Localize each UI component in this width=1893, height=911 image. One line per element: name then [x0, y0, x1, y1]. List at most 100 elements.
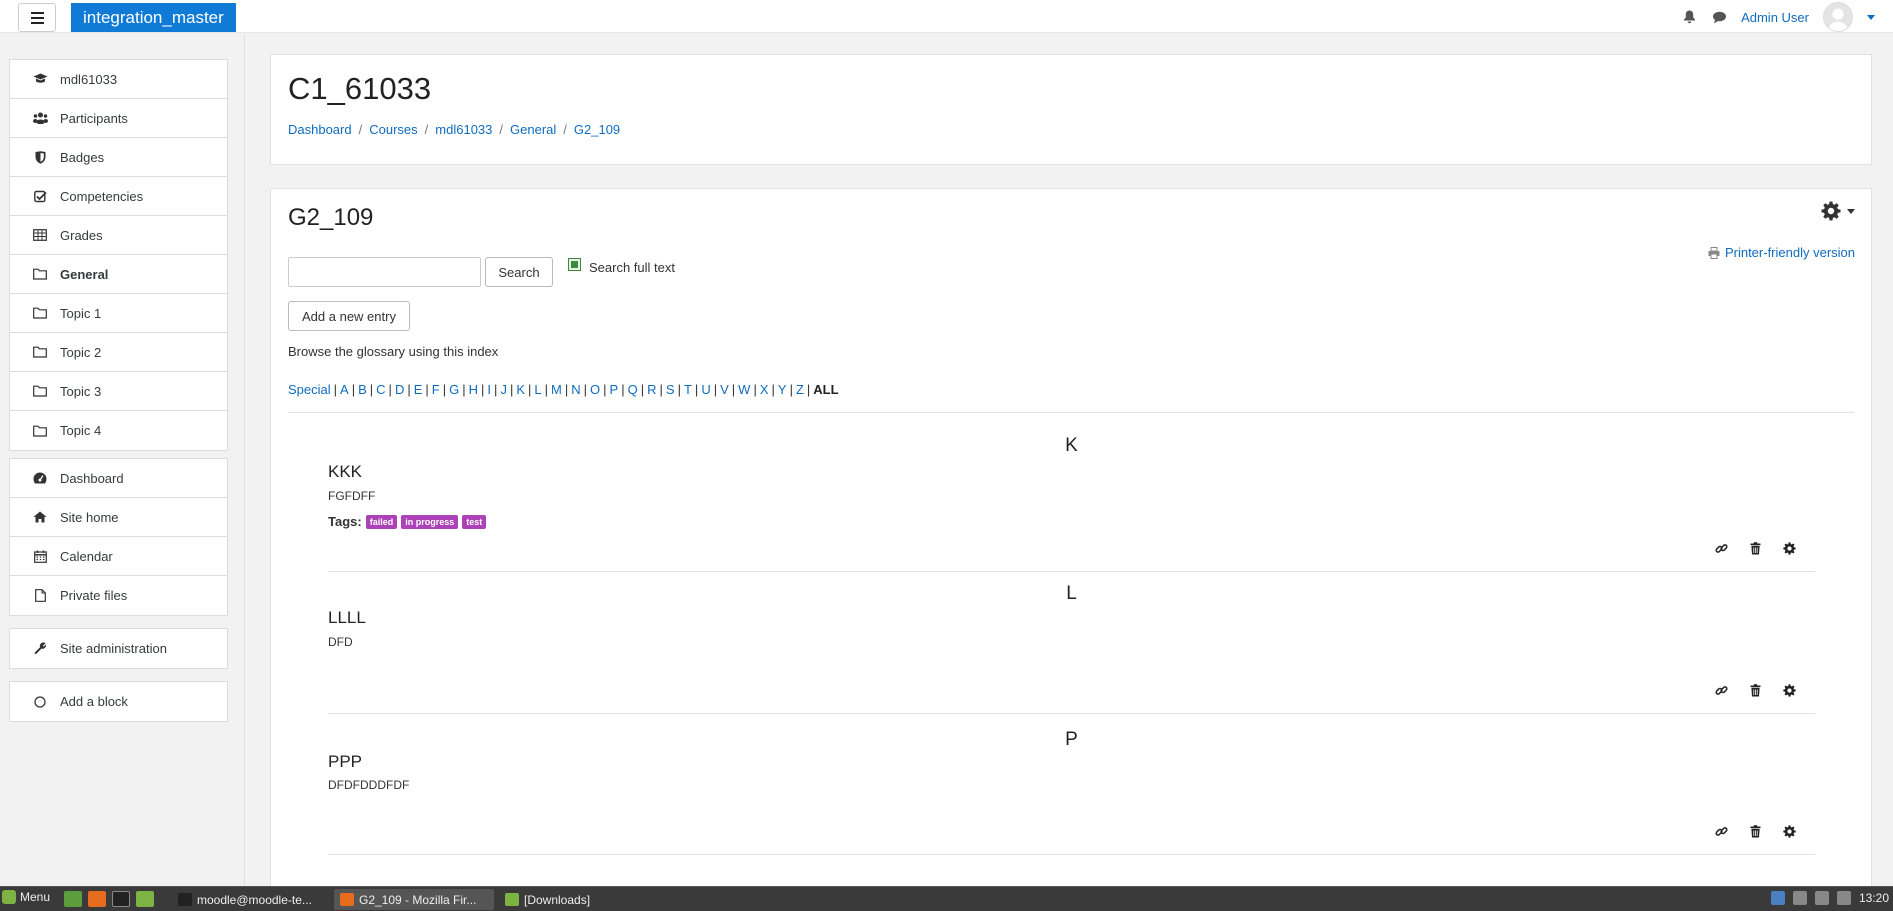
folder-icon[interactable] [136, 891, 154, 907]
tag-badge-failed[interactable]: failed [365, 514, 398, 529]
breadcrumb-separator: / [563, 122, 567, 137]
index-letter-k[interactable]: K [516, 382, 525, 397]
index-letter-e[interactable]: E [414, 382, 423, 397]
sidebar-item-competencies[interactable]: Competencies [10, 177, 227, 216]
glossary-entry: K KKK FGFDFF Tags: failed in progress test [328, 425, 1815, 572]
index-letter-b[interactable]: B [358, 382, 367, 397]
sidebar-item-topic-4[interactable]: Topic 4 [10, 411, 227, 450]
sidebar-item-site-home[interactable]: Site home [10, 498, 227, 537]
gear-icon [1782, 825, 1796, 841]
entry-edit-button[interactable] [1781, 542, 1797, 558]
tag-badge-test[interactable]: test [462, 514, 487, 529]
taskbar-window-button[interactable]: [Downloads] [499, 889, 609, 910]
index-letter-d[interactable]: D [395, 382, 404, 397]
entry-definition: DFD [328, 635, 353, 649]
breadcrumb-item-dashboard[interactable]: Dashboard [288, 122, 352, 137]
entry-link-button[interactable] [1713, 825, 1729, 841]
sidebar-item-dashboard[interactable]: Dashboard [10, 459, 227, 498]
clock[interactable]: 13:20 [1859, 891, 1889, 905]
hamburger-menu-button[interactable] [18, 3, 56, 32]
add-new-entry-button[interactable]: Add a new entry [288, 301, 410, 331]
wrench-icon [32, 641, 48, 657]
index-letter-c[interactable]: C [376, 382, 385, 397]
taskbar-window-button[interactable]: G2_109 - Mozilla Fir... [334, 889, 494, 910]
index-separator: | [333, 382, 338, 397]
chat-bubble-icon[interactable] [1711, 9, 1727, 25]
show-desktop-icon[interactable] [64, 891, 82, 907]
index-separator: | [583, 382, 588, 397]
index-letter-v[interactable]: V [720, 382, 729, 397]
search-button[interactable]: Search [485, 257, 553, 287]
entry-link-button[interactable] [1713, 542, 1729, 558]
battery-icon[interactable] [1836, 891, 1851, 905]
search-full-text-checkbox[interactable] [568, 258, 581, 271]
entry-link-button[interactable] [1713, 684, 1729, 700]
start-menu-button[interactable]: Menu [2, 890, 50, 904]
sidebar-item-topic-3[interactable]: Topic 3 [10, 372, 227, 411]
search-input[interactable] [288, 257, 481, 287]
folder-icon [32, 266, 48, 282]
add-a-block-button[interactable]: Add a block [10, 682, 227, 721]
sidebar-item-topic-1[interactable]: Topic 1 [10, 294, 227, 333]
entry-letter-heading: L [1066, 583, 1077, 604]
index-letter-a[interactable]: A [340, 382, 349, 397]
entry-delete-button[interactable] [1747, 542, 1763, 558]
sidebar-item-general[interactable]: General [10, 255, 227, 294]
bell-icon[interactable] [1681, 9, 1697, 25]
breadcrumb-item-courses[interactable]: Courses [369, 122, 417, 137]
index-letter-p[interactable]: P [610, 382, 619, 397]
index-letter-z[interactable]: Z [796, 382, 804, 397]
sidebar-item-badges[interactable]: Badges [10, 138, 227, 177]
breadcrumb-item-g2-109[interactable]: G2_109 [574, 122, 620, 137]
index-letter-x[interactable]: X [760, 382, 769, 397]
activity-actions-menu[interactable] [1821, 201, 1855, 221]
index-letter-s[interactable]: S [666, 382, 675, 397]
index-letter-l[interactable]: L [534, 382, 541, 397]
network-icon[interactable] [1814, 891, 1829, 905]
entry-edit-button[interactable] [1781, 825, 1797, 841]
index-letter-t[interactable]: T [684, 382, 692, 397]
site-brand[interactable]: integration_master [71, 3, 236, 32]
index-letter-h[interactable]: H [469, 382, 478, 397]
entry-actions [1713, 542, 1797, 558]
index-letter-w[interactable]: W [738, 382, 750, 397]
printer-friendly-link[interactable]: Printer-friendly version [1708, 245, 1855, 260]
glossary-entry: P PPP DFDFDDDFDF [328, 714, 1815, 855]
sidebar-item-topic-2[interactable]: Topic 2 [10, 333, 227, 372]
user-menu-chevron-down-icon[interactable] [1867, 14, 1875, 20]
user-icon[interactable] [1792, 891, 1807, 905]
index-letter-special[interactable]: Special [288, 382, 331, 397]
sidebar-item-private-files[interactable]: Private files [10, 576, 227, 615]
terminal-icon[interactable] [112, 891, 130, 907]
tag-badge-in-progress[interactable]: in progress [401, 514, 459, 529]
sidebar-item-calendar[interactable]: Calendar [10, 537, 227, 576]
index-letter-m[interactable]: M [551, 382, 562, 397]
sidebar-item-site-administration[interactable]: Site administration [10, 629, 227, 668]
user-avatar[interactable] [1823, 2, 1853, 32]
sidebar-item-mdl61033[interactable]: mdl61033 [10, 60, 227, 99]
index-letter-o[interactable]: O [590, 382, 600, 397]
entry-edit-button[interactable] [1781, 684, 1797, 700]
shield-icon[interactable] [1770, 891, 1785, 905]
index-letter-q[interactable]: Q [628, 382, 638, 397]
index-letter-f[interactable]: F [432, 382, 440, 397]
printer-icon [1708, 246, 1720, 259]
breadcrumb-item-general[interactable]: General [510, 122, 556, 137]
user-name-link[interactable]: Admin User [1741, 10, 1809, 25]
index-letter-u[interactable]: U [701, 382, 710, 397]
sidebar-item-participants[interactable]: Participants [10, 99, 227, 138]
index-letter-y[interactable]: Y [778, 382, 787, 397]
index-letter-n[interactable]: N [571, 382, 580, 397]
file-icon [32, 588, 48, 604]
firefox-icon[interactable] [88, 891, 106, 907]
start-menu-label: Menu [20, 890, 51, 904]
breadcrumb-item-mdl61033[interactable]: mdl61033 [435, 122, 492, 137]
index-separator: | [677, 382, 681, 397]
index-letter-g[interactable]: G [449, 382, 459, 397]
taskbar-window-button[interactable]: moodle@moodle-te... [172, 889, 328, 910]
entry-delete-button[interactable] [1747, 684, 1763, 700]
sidebar-item-grades[interactable]: Grades [10, 216, 227, 255]
index-letter-r[interactable]: R [647, 382, 656, 397]
trash-icon [1750, 684, 1761, 700]
entry-delete-button[interactable] [1747, 825, 1763, 841]
